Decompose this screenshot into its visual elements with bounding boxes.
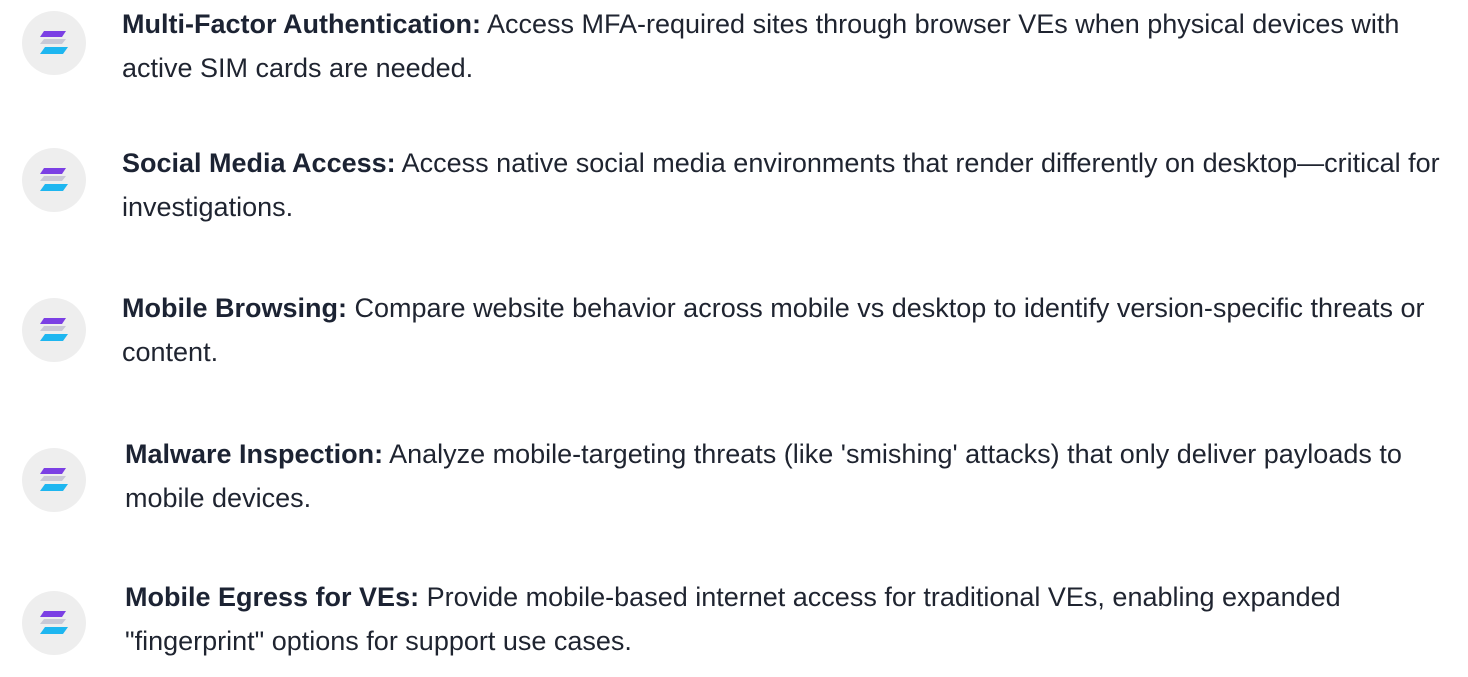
feature-title: Malware Inspection: [125, 439, 384, 469]
stacked-layers-icon [40, 318, 68, 341]
list-item: Multi-Factor Authentication: Access MFA-… [22, 0, 1462, 92]
list-item: Social Media Access: Access native socia… [22, 142, 1462, 234]
feature-text: Malware Inspection: Analyze mobile-targe… [125, 432, 1455, 520]
feature-title: Mobile Browsing: [122, 293, 347, 323]
feature-text: Social Media Access: Access native socia… [122, 141, 1452, 229]
feature-title: Mobile Egress for VEs: [125, 582, 420, 612]
list-item: Mobile Browsing: Compare website behavio… [22, 284, 1462, 376]
feature-text: Mobile Egress for VEs: Provide mobile-ba… [125, 575, 1455, 663]
stacked-layers-icon [40, 611, 68, 634]
list-item: Malware Inspection: Analyze mobile-targe… [22, 430, 1462, 522]
icon-badge [22, 591, 86, 655]
stacked-layers-icon [40, 31, 68, 54]
icon-badge [22, 448, 86, 512]
feature-text: Multi-Factor Authentication: Access MFA-… [122, 2, 1452, 90]
icon-badge [22, 148, 86, 212]
feature-title: Social Media Access: [122, 148, 396, 178]
feature-title: Multi-Factor Authentication: [122, 9, 481, 39]
feature-text: Mobile Browsing: Compare website behavio… [122, 286, 1452, 374]
stacked-layers-icon [40, 468, 68, 491]
icon-badge [22, 11, 86, 75]
stacked-layers-icon [40, 168, 68, 191]
list-item: Mobile Egress for VEs: Provide mobile-ba… [22, 573, 1462, 665]
features-list: Multi-Factor Authentication: Access MFA-… [0, 0, 1468, 677]
icon-badge [22, 298, 86, 362]
